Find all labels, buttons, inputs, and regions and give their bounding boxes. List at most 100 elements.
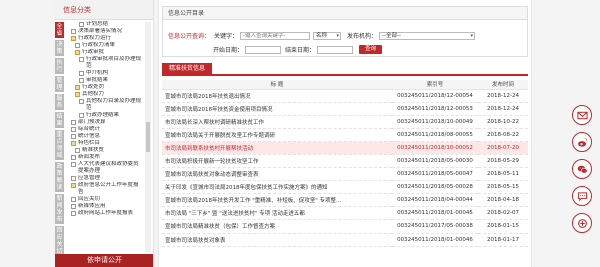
- tree-item[interactable]: 精准扶贫: [67, 147, 143, 154]
- vertical-tab[interactable]: 政策解读: [55, 162, 64, 192]
- tree-item[interactable]: 行政审批: [67, 49, 143, 56]
- tree-item[interactable]: 新媒体应用: [67, 203, 143, 210]
- tree-item[interactable]: 行政办理结果: [67, 112, 143, 119]
- row-title-link[interactable]: 市司法局长深入帮扶村调研精准扶贫工作: [162, 115, 392, 129]
- tree-item[interactable]: 行政处罚: [67, 84, 143, 91]
- table-row[interactable]: 市司法局长深入帮扶村调研精准扶贫工作 003245011/2018/10-0004…: [162, 115, 528, 129]
- tree-item[interactable]: 计划总结: [67, 21, 143, 28]
- field-select[interactable]: 名称 ▾: [313, 31, 342, 40]
- table-row[interactable]: 关于印发《宣城市司法局2018年度包保扶贫工作实施方案》的通知 003245011…: [162, 180, 528, 195]
- row-title-link[interactable]: 宣城市司法局2018年扶贫退出情况: [162, 89, 392, 103]
- org-label: 发布机构：: [347, 33, 378, 40]
- row-title-link[interactable]: 宣城市司法局扶贫对象动态调整审查表: [162, 167, 392, 182]
- wechat-button[interactable]: [572, 159, 592, 179]
- apply-disclosure-button[interactable]: 依申请公开: [55, 254, 153, 267]
- end-date-input[interactable]: [317, 45, 354, 54]
- table-row[interactable]: 宣城市司法局2018年扶贫退出情况 003245011/2018/12-00054…: [162, 89, 528, 103]
- org-select[interactable]: --全部-- ▾: [379, 31, 476, 40]
- query-button[interactable]: 查询: [359, 45, 383, 54]
- tree-item[interactable]: 行政权力运行: [67, 35, 143, 42]
- start-date-input[interactable]: [245, 45, 282, 54]
- vertical-tab[interactable]: 全省: [55, 22, 64, 38]
- row-index: 003245011/2018/04-00044: [392, 193, 478, 208]
- document-icon: [71, 29, 76, 34]
- tree-item[interactable]: 统计信息: [67, 133, 143, 140]
- table-row[interactable]: 市司法局 "三下乡" 暨 "送法进扶贫村" 专项 活动走进五都 003245011…: [162, 206, 528, 221]
- table-row[interactable]: 宣城市司法局2018年扶贫开发工作 "重精准、补短板、促攻坚" 专项整... 00…: [162, 193, 528, 208]
- row-title-link[interactable]: 宣城市司法局关于开展脱贫攻坚工作专题调研: [162, 128, 392, 142]
- chat-button[interactable]: [572, 186, 592, 206]
- tree-item[interactable]: 政府信息公开工作年度报告: [67, 182, 143, 196]
- vertical-tab[interactable]: 执行: [55, 58, 64, 74]
- mail-button[interactable]: [572, 105, 592, 125]
- table-row[interactable]: 市司法局积极开展新一轮扶贫攻坚工作 003245011/2018/05-00030…: [162, 154, 528, 169]
- table-row[interactable]: 宣城市司法局精准扶贫（包保）工作督查方案 003245011/2017/05-00…: [162, 219, 528, 234]
- tree-item[interactable]: 决策部署落实情况: [67, 28, 143, 35]
- tree-item-label: 回应关切: [78, 196, 101, 202]
- row-date: 2018-07-20: [478, 141, 528, 155]
- row-title-link[interactable]: 宣城市司法局2018年扶贫开发工作 "重精准、补短板、促攻坚" 专项整...: [162, 193, 392, 208]
- row-title-link[interactable]: 宣城市司法局2018年扶贫资金使用项目情况: [162, 102, 392, 116]
- row-date: 2018-05-15: [478, 180, 528, 195]
- toutiao-button[interactable]: [572, 213, 592, 233]
- org-select-value: --全部--: [382, 32, 401, 39]
- tree-item[interactable]: 中介机构: [67, 70, 143, 77]
- vertical-tab[interactable]: 新闻发布: [55, 194, 64, 224]
- tree-item-label: 行政审批: [82, 49, 105, 55]
- tree-item[interactable]: 其他权力: [67, 91, 143, 98]
- row-title-link[interactable]: 宣城市司法局精准扶贫（包保）工作督查方案: [162, 219, 392, 234]
- tree-item[interactable]: 回应关切: [67, 196, 143, 203]
- tree-item[interactable]: 综合统计: [67, 126, 143, 133]
- row-title-link[interactable]: 市司法局 "三下乡" 暨 "送法进扶贫村" 专项 活动走进五都: [162, 206, 392, 221]
- tree-item[interactable]: 行政审批项目及办理规范: [67, 56, 143, 70]
- tree-item[interactable]: 审批结果: [67, 77, 143, 84]
- table-row[interactable]: 市司法局到联系扶贫村开展帮扶活动 003245011/2018/10-00052 2…: [162, 141, 528, 155]
- row-date: 2018-10-22: [478, 115, 528, 129]
- tree-item-label: 人大代表建议和政协委员提案办理: [78, 161, 139, 174]
- table-row[interactable]: 宣城市司法局关于开展脱贫攻坚工作专题调研 003245011/2018/08-00…: [162, 128, 528, 142]
- tree-scrollbar[interactable]: [145, 22, 151, 252]
- main-content: 信息公开目录 信息公开查询： 关键字： 名称 ▾ 发布机构： --全部-- ▾ …: [158, 0, 532, 267]
- tree-item-label: 中介机构: [86, 70, 109, 76]
- row-title-link[interactable]: 市司法局积极开展新一轮扶贫攻坚工作: [162, 154, 392, 169]
- weibo-button[interactable]: [572, 132, 592, 152]
- row-date: 2018-02-07: [478, 206, 528, 221]
- row-index: 003245011/2018/08-00055: [392, 128, 478, 142]
- vertical-tab[interactable]: 回应关切: [55, 226, 64, 256]
- tree-item[interactable]: 政府网站工作年度报表: [67, 210, 143, 224]
- row-index: 003245011/2018/10-00052: [392, 141, 478, 155]
- tree-item[interactable]: 部门预决算: [67, 119, 143, 126]
- row-title-link[interactable]: 宣城市司法局扶贫对象表: [162, 233, 392, 247]
- folder-icon: [75, 92, 80, 97]
- keyword-label: 关键字：: [214, 33, 239, 40]
- tree-item[interactable]: 新闻发布: [67, 154, 143, 161]
- table-row[interactable]: 宣城市司法局扶贫对象表 003245011/2018/01-00046 2018-0…: [162, 233, 528, 247]
- tree-item-label: 审批结果: [86, 77, 109, 83]
- tree-item-label: 精准扶贫: [82, 147, 105, 153]
- tree-item-label: 统计信息: [78, 133, 101, 139]
- tree-item[interactable]: 其他权力目录及办理规范: [67, 98, 143, 112]
- category-title: 信息分类: [55, 0, 153, 20]
- row-index: 003245011/2018/12-00054: [392, 89, 478, 103]
- table-row[interactable]: 宣城市司法局2018年扶贫资金使用项目情况 003245011/2018/12-0…: [162, 102, 528, 116]
- tree-item[interactable]: 行政权力清单: [67, 42, 143, 49]
- tree-item-label: 行政处罚: [82, 84, 105, 90]
- scrollbar-thumb[interactable]: [146, 122, 150, 152]
- vertical-tab[interactable]: 重点领域: [55, 130, 64, 160]
- vertical-tab[interactable]: 决策: [55, 40, 64, 56]
- tree-item[interactable]: 人大代表建议和政协委员提案办理: [67, 161, 143, 175]
- vertical-tab[interactable]: 结果: [55, 112, 64, 128]
- keyword-input[interactable]: [240, 31, 311, 40]
- tree-item-label: 其他权力: [82, 91, 105, 97]
- tree-item[interactable]: 应急管理: [67, 175, 143, 182]
- tree-item-label: 其他权力目录及办理规范: [86, 98, 142, 111]
- tab-poverty-info[interactable]: 精准扶贫信息: [162, 63, 213, 74]
- row-title-link[interactable]: 关于印发《宣城市司法局2018年度包保扶贫工作实施方案》的通知: [162, 180, 392, 195]
- folder-icon: [75, 85, 80, 90]
- document-icon: [71, 176, 76, 181]
- table-row[interactable]: 宣城市司法局扶贫对象动态调整审查表 003245011/2018/05-00047…: [162, 167, 528, 182]
- vertical-tab[interactable]: 管理: [55, 76, 64, 92]
- tree-item[interactable]: 特色栏目: [67, 140, 143, 147]
- vertical-tab[interactable]: 服务: [55, 94, 64, 110]
- row-title-link[interactable]: 市司法局到联系扶贫村开展帮扶活动: [162, 141, 392, 155]
